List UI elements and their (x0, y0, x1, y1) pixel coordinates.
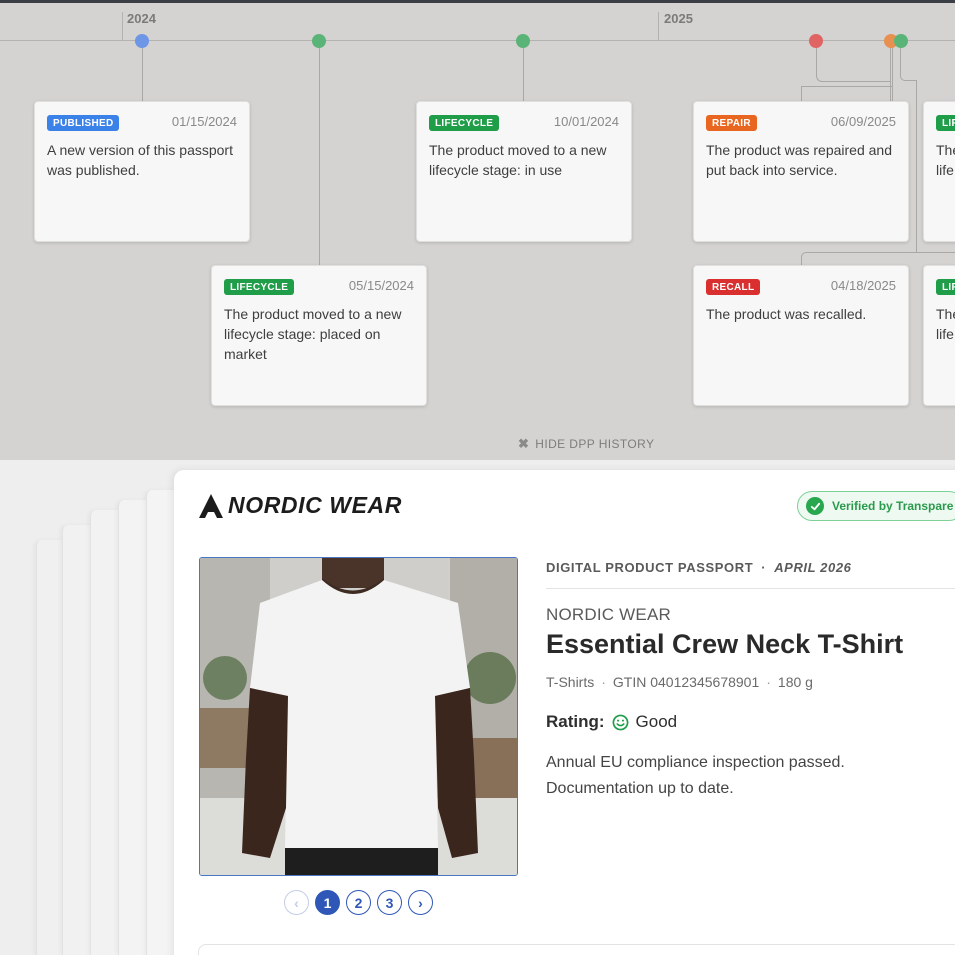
event-date: 05/15/2024 (348, 278, 414, 293)
connector (801, 47, 893, 101)
event-badge: LIFECYCLE (429, 115, 500, 131)
header-separator: · (761, 560, 767, 575)
event-badge: PUBLISHED (47, 115, 120, 131)
product-weight: 180 g (777, 674, 813, 690)
brand-mark-icon (199, 493, 223, 518)
hide-dpp-history-button[interactable]: ✖ HIDE DPP HISTORY (518, 436, 654, 452)
product-image[interactable] (199, 557, 518, 876)
timeline-event-card[interactable]: REPAIR 06/09/2025 The product was repair… (693, 101, 909, 242)
connector (319, 47, 320, 266)
product-brand: NORDIC WEAR (546, 605, 671, 624)
connector (916, 81, 917, 252)
rating-label: Rating: (546, 712, 605, 731)
event-date: 06/09/2025 (830, 114, 896, 129)
chevron-left-icon: ‹ (294, 894, 299, 911)
passport-header-date: APRIL 2026 (774, 560, 852, 575)
passport-stack-area: NORDIC WEAR Verified by Transpare ‹ 1 2 … (0, 460, 955, 955)
dpp-history-timeline: 2024 2025 PUBLISHED 01/15/2024 A new ver… (0, 0, 955, 460)
product-rating: Rating: Good (546, 712, 677, 732)
connector (806, 252, 955, 253)
timeline-event-card[interactable]: LIF The life (923, 265, 955, 406)
divider (546, 588, 955, 589)
timeline-dot[interactable] (135, 34, 149, 48)
meta-separator: · (601, 674, 606, 690)
event-text: A new version of this passport was publi… (47, 142, 233, 178)
page-button-1[interactable]: 1 (315, 890, 340, 915)
timeline-dot[interactable] (312, 34, 326, 48)
connector (900, 47, 917, 81)
event-badge: RECALL (706, 279, 761, 295)
connector (801, 252, 807, 266)
event-text: The product was repaired and put back in… (706, 142, 892, 178)
event-badge: LIFECYCLE (224, 279, 295, 295)
event-date: 10/01/2024 (553, 114, 619, 129)
event-badge: LIF (936, 115, 955, 131)
previous-page-button[interactable]: ‹ (284, 890, 309, 915)
event-date: 04/18/2025 (830, 278, 896, 293)
brand-logo: NORDIC WEAR (198, 492, 402, 519)
page-button-3[interactable]: 3 (377, 890, 402, 915)
event-text: The product moved to a new lifecycle sta… (429, 142, 607, 178)
timeline-event-card[interactable]: RECALL 04/18/2025 The product was recall… (693, 265, 909, 406)
details-section-card (198, 944, 955, 955)
page-button-2[interactable]: 2 (346, 890, 371, 915)
product-meta: T-Shirts · GTIN 04012345678901 · 180 g (546, 674, 813, 690)
chevron-right-icon: › (418, 894, 423, 911)
passport-header-label: DIGITAL PRODUCT PASSPORT (546, 560, 754, 575)
year-label-2024: 2024 (127, 11, 156, 26)
connector (142, 47, 143, 102)
connector (801, 86, 893, 87)
checkmark-icon (806, 497, 824, 515)
timeline-dot[interactable] (809, 34, 823, 48)
year-label-2025: 2025 (664, 11, 693, 26)
event-text: The product moved to a new lifecycle sta… (224, 306, 402, 362)
image-pagination: ‹ 1 2 3 › (284, 890, 433, 915)
t-shirt-photo (200, 558, 517, 875)
product-category: T-Shirts (546, 674, 595, 690)
event-text: The life (936, 306, 955, 342)
product-status-description: Annual EU compliance inspection passed. … (546, 754, 845, 797)
next-page-button[interactable]: › (408, 890, 433, 915)
rating-value: Good (635, 712, 678, 731)
digital-product-passport-card: NORDIC WEAR Verified by Transpare ‹ 1 2 … (174, 470, 955, 955)
meta-separator: · (766, 674, 771, 690)
event-text: The product was recalled. (706, 306, 867, 322)
connector (523, 47, 524, 102)
timeline-dot[interactable] (894, 34, 908, 48)
year-tick (658, 12, 659, 41)
close-icon: ✖ (518, 436, 530, 451)
event-badge: REPAIR (706, 115, 757, 131)
product-title: Essential Crew Neck T-Shirt (546, 629, 904, 659)
passport-header: DIGITAL PRODUCT PASSPORT · APRIL 2026 (546, 560, 851, 575)
product-gtin: GTIN 04012345678901 (612, 674, 760, 690)
event-badge: LIF (936, 279, 955, 295)
year-tick (122, 12, 123, 41)
connector (801, 86, 802, 101)
verified-label: Verified by Transpare (832, 499, 954, 513)
event-text: The life (936, 142, 955, 178)
event-date: 01/15/2024 (171, 114, 237, 129)
hide-history-label: HIDE DPP HISTORY (535, 437, 655, 451)
logo-text: NORDIC WEAR (228, 492, 402, 518)
verified-badge[interactable]: Verified by Transpare (797, 491, 955, 521)
timeline-event-card[interactable]: LIFECYCLE 10/01/2024 The product moved t… (416, 101, 632, 242)
timeline-event-card[interactable]: PUBLISHED 01/15/2024 A new version of th… (34, 101, 250, 242)
timeline-dot[interactable] (516, 34, 530, 48)
timeline-event-card[interactable]: LIFECYCLE 05/15/2024 The product moved t… (211, 265, 427, 406)
timeline-event-card[interactable]: LIF The life (923, 101, 955, 242)
smiley-icon (612, 714, 628, 730)
